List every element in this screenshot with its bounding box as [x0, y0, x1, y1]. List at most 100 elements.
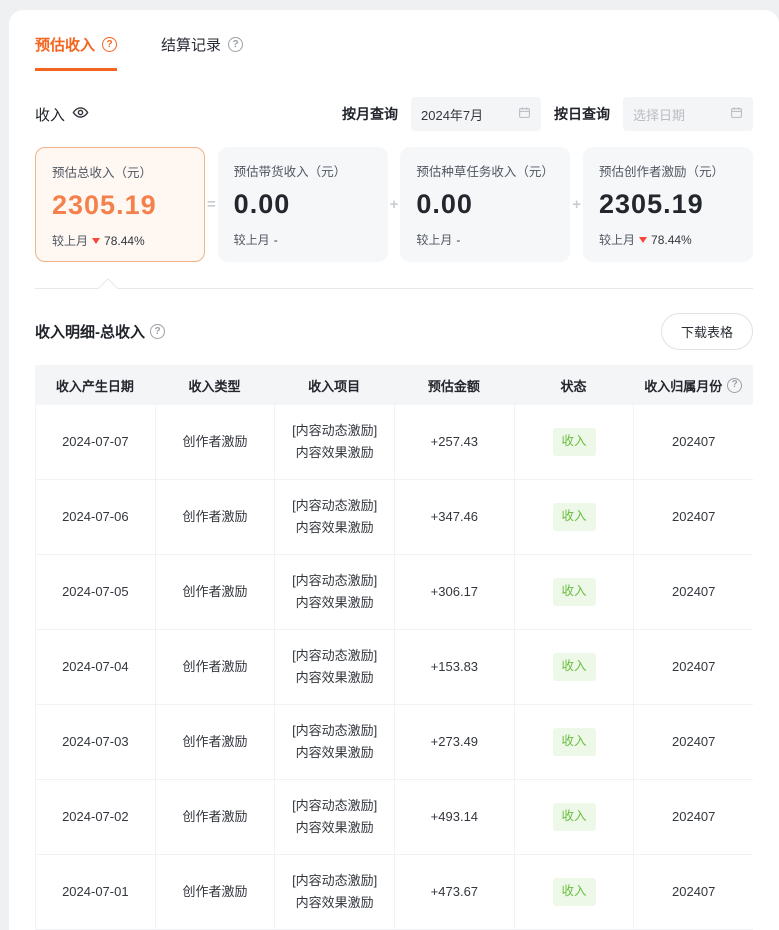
month-picker[interactable]: 2024年7月	[411, 97, 541, 131]
cell-project: [内容动态激励] 内容效果激励	[275, 780, 395, 854]
cell-project: [内容动态激励] 内容效果激励	[275, 705, 395, 779]
change-value: 78.44%	[651, 233, 692, 247]
tab-estimated-income[interactable]: 预估收入 ?	[35, 34, 117, 71]
cell-amount: +473.67	[395, 855, 515, 929]
card-label: 预估创作者激励（元）	[599, 161, 737, 180]
cell-date: 2024-07-03	[35, 705, 156, 779]
table-row: 2024-07-02 创作者激励 [内容动态激励] 内容效果激励 +493.14…	[35, 780, 753, 855]
question-icon[interactable]: ?	[150, 324, 165, 339]
card-value: 0.00	[416, 189, 554, 220]
status-badge: 收入	[553, 428, 596, 455]
cell-date: 2024-07-06	[35, 480, 156, 554]
header-income-project: 收入项目	[274, 365, 394, 405]
download-table-button[interactable]: 下载表格	[661, 313, 753, 350]
summary-cards: 预估总收入（元） 2305.19 较上月 78.44% = 预估带货收入（元） …	[9, 131, 779, 262]
question-icon[interactable]: ?	[727, 378, 742, 393]
table-row: 2024-07-04 创作者激励 [内容动态激励] 内容效果激励 +153.83…	[35, 630, 753, 705]
cell-month: 202407	[634, 780, 753, 854]
status-badge: 收入	[553, 878, 596, 905]
cell-month: 202407	[634, 630, 753, 704]
income-detail-table: 收入产生日期 收入类型 收入项目 预估金额 状态 收入归属月份 ? 2024-0…	[35, 365, 753, 930]
trend-down-icon	[639, 237, 647, 243]
cell-type: 创作者激励	[156, 630, 276, 704]
card-total-income[interactable]: 预估总收入（元） 2305.19 较上月 78.44%	[35, 147, 205, 262]
plus-operator: +	[388, 147, 401, 262]
detail-title: 收入明细-总收入 ?	[35, 321, 165, 342]
detail-section-head: 收入明细-总收入 ? 下载表格	[9, 289, 779, 350]
cell-month: 202407	[634, 405, 753, 479]
date-filters: 按月查询 2024年7月 按日查询 选择日期	[342, 97, 753, 131]
cell-date: 2024-07-01	[35, 855, 156, 929]
cell-date: 2024-07-02	[35, 780, 156, 854]
status-badge: 收入	[553, 803, 596, 830]
eye-icon[interactable]	[72, 104, 89, 125]
question-icon[interactable]: ?	[228, 37, 243, 52]
cell-amount: +493.14	[395, 780, 515, 854]
cell-project: [内容动态激励] 内容效果激励	[275, 630, 395, 704]
cell-type: 创作者激励	[156, 705, 276, 779]
change-value: -	[456, 233, 460, 247]
cell-status: 收入	[515, 555, 635, 629]
cell-month: 202407	[634, 855, 753, 929]
card-commerce-income[interactable]: 预估带货收入（元） 0.00 较上月 -	[218, 147, 388, 262]
cell-amount: +347.46	[395, 480, 515, 554]
change-value: 78.44%	[104, 234, 145, 248]
cell-month: 202407	[634, 705, 753, 779]
card-footer: 较上月 -	[416, 231, 554, 248]
card-label: 预估总收入（元）	[52, 162, 188, 181]
header-estimated-amount: 预估金额	[394, 365, 514, 405]
compare-label: 较上月	[52, 232, 88, 249]
table-row: 2024-07-07 创作者激励 [内容动态激励] 内容效果激励 +257.43…	[35, 405, 753, 480]
cell-date: 2024-07-07	[35, 405, 156, 479]
divider	[35, 288, 753, 289]
header-status: 状态	[514, 365, 634, 405]
card-value: 0.00	[234, 189, 372, 220]
day-picker[interactable]: 选择日期	[623, 97, 753, 131]
cell-date: 2024-07-05	[35, 555, 156, 629]
card-creator-incentive[interactable]: 预估创作者激励（元） 2305.19 较上月 78.44%	[583, 147, 753, 262]
cell-month: 202407	[634, 555, 753, 629]
table-row: 2024-07-05 创作者激励 [内容动态激励] 内容效果激励 +306.17…	[35, 555, 753, 630]
card-label: 预估种草任务收入（元）	[416, 161, 554, 180]
compare-label: 较上月	[234, 231, 270, 248]
card-label: 预估带货收入（元）	[234, 161, 372, 180]
cell-type: 创作者激励	[156, 405, 276, 479]
cell-amount: +306.17	[395, 555, 515, 629]
tab-settlement-records-label: 结算记录	[161, 34, 221, 55]
cell-project: [内容动态激励] 内容效果激励	[275, 405, 395, 479]
table-row: 2024-07-03 创作者激励 [内容动态激励] 内容效果激励 +273.49…	[35, 705, 753, 780]
month-picker-value: 2024年7月	[421, 105, 483, 124]
calendar-icon	[518, 106, 531, 122]
cell-project: [内容动态激励] 内容效果激励	[275, 855, 395, 929]
card-footer: 较上月 78.44%	[599, 231, 737, 248]
cell-type: 创作者激励	[156, 480, 276, 554]
tab-settlement-records[interactable]: 结算记录 ?	[161, 34, 243, 71]
card-footer: 较上月 -	[234, 231, 372, 248]
status-badge: 收入	[553, 653, 596, 680]
day-picker-placeholder: 选择日期	[633, 105, 685, 124]
cell-project: [内容动态激励] 内容效果激励	[275, 480, 395, 554]
calendar-icon	[730, 106, 743, 122]
cell-status: 收入	[515, 855, 635, 929]
table-row: 2024-07-01 创作者激励 [内容动态激励] 内容效果激励 +473.67…	[35, 855, 753, 930]
cell-status: 收入	[515, 705, 635, 779]
question-icon[interactable]: ?	[102, 37, 117, 52]
header-income-date: 收入产生日期	[35, 365, 155, 405]
cell-status: 收入	[515, 480, 635, 554]
card-footer: 较上月 78.44%	[52, 232, 188, 249]
status-badge: 收入	[553, 503, 596, 530]
month-query-label: 按月查询	[342, 104, 398, 124]
toolbar: 收入 按月查询 2024年7月 按日查询	[9, 71, 779, 131]
cell-amount: +273.49	[395, 705, 515, 779]
trend-down-icon	[92, 238, 100, 244]
cell-type: 创作者激励	[156, 555, 276, 629]
card-value: 2305.19	[599, 189, 737, 220]
cell-status: 收入	[515, 630, 635, 704]
cell-type: 创作者激励	[156, 780, 276, 854]
plus-operator: +	[570, 147, 583, 262]
card-seeding-task-income[interactable]: 预估种草任务收入（元） 0.00 较上月 -	[400, 147, 570, 262]
table-row: 2024-07-06 创作者激励 [内容动态激励] 内容效果激励 +347.46…	[35, 480, 753, 555]
cell-amount: +153.83	[395, 630, 515, 704]
header-attribution-month: 收入归属月份 ?	[633, 365, 753, 405]
day-query-label: 按日查询	[554, 104, 610, 124]
